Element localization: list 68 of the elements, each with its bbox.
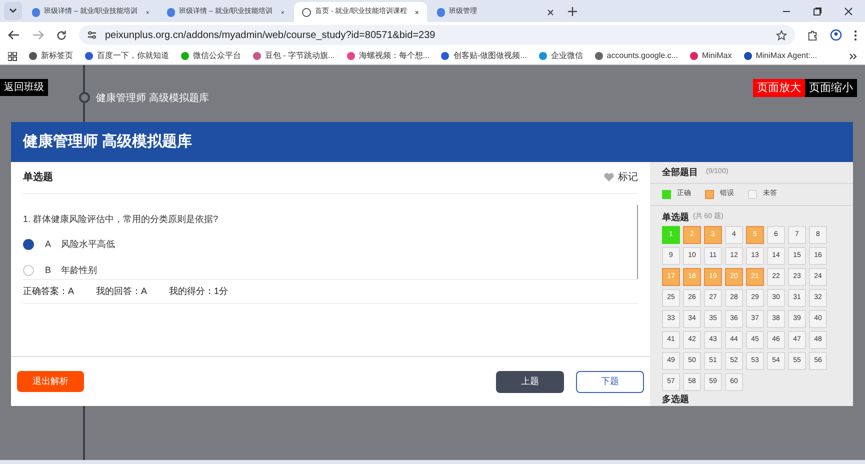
legend-swatch <box>748 190 757 199</box>
result-text: 我的得分：1分 <box>169 284 228 298</box>
page-icon <box>32 8 40 16</box>
bookmark-favicon-icon <box>346 52 355 60</box>
question-group-title: 单选题 <box>662 210 689 224</box>
reload-icon[interactable] <box>56 30 67 40</box>
breadcrumb: 健康管理师 高级模拟题库 <box>96 92 209 106</box>
radio-button[interactable] <box>23 238 34 250</box>
panel-title: 全部题目 <box>662 166 698 179</box>
back-arrow-icon[interactable] <box>8 30 20 40</box>
bookmark-favicon-icon <box>594 52 603 60</box>
bookmark-favicon-icon <box>29 52 37 60</box>
extensions-icon[interactable] <box>807 30 818 40</box>
bookmark-favicon-icon <box>690 52 698 60</box>
star-icon[interactable] <box>776 30 787 40</box>
bookmark-link[interactable]: 创客贴-做图做视频... <box>453 50 527 62</box>
chevron-right-icon[interactable] <box>849 52 857 60</box>
option-text: 年龄性别 <box>61 264 98 277</box>
bookmark-favicon-icon <box>85 52 93 60</box>
apps-grid-icon[interactable] <box>8 52 17 60</box>
bookmark-link[interactable]: 豆包 - 字节跳动旗... <box>265 50 335 62</box>
back-to-class-button[interactable]: 返回班级 <box>0 79 48 96</box>
page-icon <box>167 8 175 16</box>
option-letter: B <box>45 264 52 277</box>
more-menu-icon[interactable] <box>854 30 857 40</box>
dialog-title: 健康管理师 高级模拟题库 <box>23 132 192 152</box>
restore-icon[interactable] <box>813 7 822 16</box>
url-text: peixunplus.org.cn/addons/myadmin/web/course_study?id=80571&bid=239 <box>105 28 436 42</box>
close-icon[interactable] <box>280 8 284 16</box>
question-type: 单选题 <box>23 170 53 185</box>
previous-question-button[interactable]: 上题 <box>496 370 564 392</box>
bookmark-link[interactable]: 新标签页 <box>41 50 73 62</box>
bookmark-favicon-icon <box>744 52 752 60</box>
page-icon <box>437 8 445 16</box>
option-text: 风险水平高低 <box>61 238 116 250</box>
close-icon[interactable] <box>547 8 554 16</box>
close-icon[interactable] <box>415 8 419 16</box>
bookmark-link[interactable]: 企业微信 <box>550 50 583 62</box>
result-text: 我的回答：A <box>96 284 148 298</box>
next-question-button[interactable]: 下题 <box>576 370 644 392</box>
question-group-title: 多选题 <box>662 392 689 406</box>
bookmark-link[interactable]: 微信公众平台 <box>193 50 241 62</box>
profile-icon[interactable] <box>830 29 842 41</box>
new-tab-icon[interactable] <box>568 7 577 16</box>
site-settings-icon[interactable] <box>87 30 97 40</box>
option-letter: A <box>45 238 52 250</box>
question-text: 1. 群体健康风险评估中，常用的分类原则是依据? <box>23 213 220 226</box>
close-icon[interactable] <box>146 8 149 16</box>
bookmark-link[interactable]: 海螺视频：每个想... <box>358 50 430 62</box>
bookmark-favicon-icon <box>441 52 450 60</box>
bookmark-link[interactable]: MiniMax <box>702 50 732 62</box>
legend-swatch <box>705 190 714 199</box>
zoom-out-button[interactable]: 页面缩小 <box>805 79 857 97</box>
mark-label[interactable]: 标记 <box>618 170 638 185</box>
radio-button[interactable] <box>23 265 34 276</box>
bookmark-favicon-icon <box>181 52 189 60</box>
result-text: 正确答案：A <box>23 284 74 298</box>
bookmark-link[interactable]: MiniMax Agent:... <box>756 50 818 62</box>
close-icon[interactable] <box>844 7 853 16</box>
chevron-down-icon <box>9 8 17 14</box>
bookmark-favicon-icon <box>253 52 261 60</box>
bookmark-link[interactable]: 百度一下，你就知道 <box>97 50 169 62</box>
bookmark-favicon-icon <box>538 52 547 60</box>
zoom-in-button[interactable]: 页面放大 <box>753 79 805 97</box>
bookmark-link[interactable]: accounts.google.c... <box>606 50 678 62</box>
legend-swatch <box>662 190 671 199</box>
tab-list-button[interactable] <box>4 2 22 20</box>
address-bar[interactable]: peixunplus.org.cn/addons/myadmin/web/course_study?id=80571&bid=239 <box>79 25 795 45</box>
